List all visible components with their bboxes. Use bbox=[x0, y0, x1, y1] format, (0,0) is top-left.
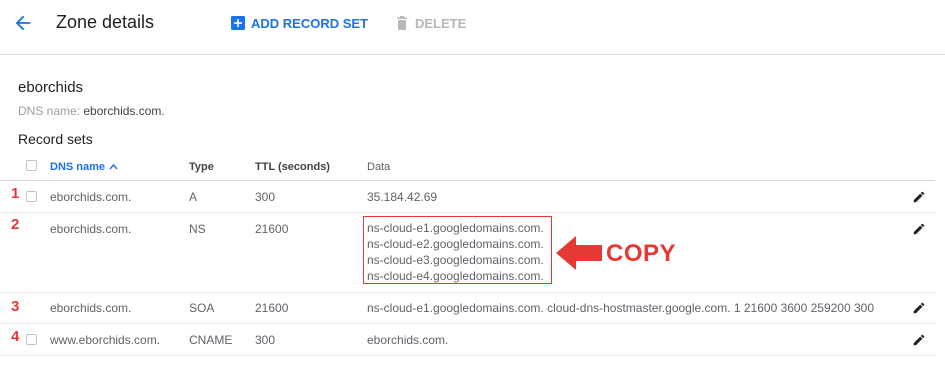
row-dns-name: www.eborchids.com. bbox=[50, 333, 161, 347]
annotation-number: 4 bbox=[11, 328, 20, 345]
top-bar: Zone details ADD RECORD SET DELETE bbox=[0, 0, 945, 55]
row-type: NS bbox=[189, 222, 206, 236]
record-sets-heading: Record sets bbox=[18, 131, 93, 147]
row-checkbox[interactable] bbox=[26, 191, 37, 202]
zone-dns-name: DNS name: eborchids.com. bbox=[18, 104, 165, 118]
delete-button[interactable]: DELETE bbox=[395, 15, 466, 31]
row-ttl: 21600 bbox=[255, 222, 289, 236]
column-dns-name[interactable]: DNS name bbox=[50, 161, 118, 173]
row-dns-name: eborchids.com. bbox=[50, 190, 132, 204]
edit-pencil-icon[interactable] bbox=[912, 301, 926, 315]
annotation-number: 3 bbox=[11, 298, 20, 315]
trash-icon bbox=[397, 16, 407, 30]
back-arrow-icon[interactable] bbox=[12, 12, 34, 34]
column-data: Data bbox=[367, 161, 391, 173]
row-type: A bbox=[189, 190, 198, 204]
delete-label: DELETE bbox=[415, 15, 467, 31]
table-header: DNS name Type TTL (seconds) Data bbox=[0, 150, 935, 181]
row-ttl: 300 bbox=[255, 190, 276, 204]
row-type: CNAME bbox=[189, 333, 233, 347]
zone-name: eborchids bbox=[18, 79, 84, 96]
annotation-number: 2 bbox=[11, 216, 20, 233]
add-record-set-button[interactable]: ADD RECORD SET bbox=[231, 15, 368, 31]
dns-name-value: eborchids.com. bbox=[83, 104, 165, 118]
select-all-checkbox[interactable] bbox=[26, 160, 37, 171]
row-type: SOA bbox=[189, 301, 215, 315]
row-ttl: 21600 bbox=[255, 301, 289, 315]
row-data: 35.184.42.69 bbox=[367, 190, 438, 204]
table-row: eborchids.com. SOA 21600 ns-cloud-e1.goo… bbox=[0, 293, 935, 324]
row-ttl: 300 bbox=[255, 333, 276, 347]
row-data: eborchids.com. bbox=[367, 333, 449, 347]
row-dns-name: eborchids.com. bbox=[50, 301, 132, 315]
annotation-number: 1 bbox=[11, 185, 20, 202]
table-row: www.eborchids.com. CNAME 300 eborchids.c… bbox=[0, 324, 935, 356]
add-box-icon bbox=[231, 16, 245, 30]
ns-highlight-box bbox=[363, 216, 552, 284]
edit-pencil-icon[interactable] bbox=[912, 190, 926, 204]
sort-ascending-icon bbox=[109, 161, 118, 173]
row-dns-name: eborchids.com. bbox=[50, 222, 132, 236]
row-checkbox[interactable] bbox=[26, 334, 37, 345]
copy-annotation-label: COPY bbox=[606, 240, 677, 267]
table-row: eborchids.com. A 300 35.184.42.69 bbox=[0, 181, 935, 213]
sort-arrow-svg bbox=[109, 163, 118, 170]
column-type: Type bbox=[189, 161, 214, 173]
page-title: Zone details bbox=[56, 12, 155, 32]
column-dns-name-label: DNS name bbox=[50, 161, 106, 173]
edit-pencil-icon[interactable] bbox=[912, 333, 926, 347]
edit-pencil-icon[interactable] bbox=[912, 222, 926, 236]
row-data: ns-cloud-e1.googledomains.com. cloud-dns… bbox=[367, 301, 874, 315]
add-record-set-label: ADD RECORD SET bbox=[251, 15, 369, 31]
left-arrow-icon bbox=[556, 236, 602, 270]
column-ttl: TTL (seconds) bbox=[255, 161, 330, 173]
dns-name-label: DNS name: bbox=[18, 104, 81, 118]
